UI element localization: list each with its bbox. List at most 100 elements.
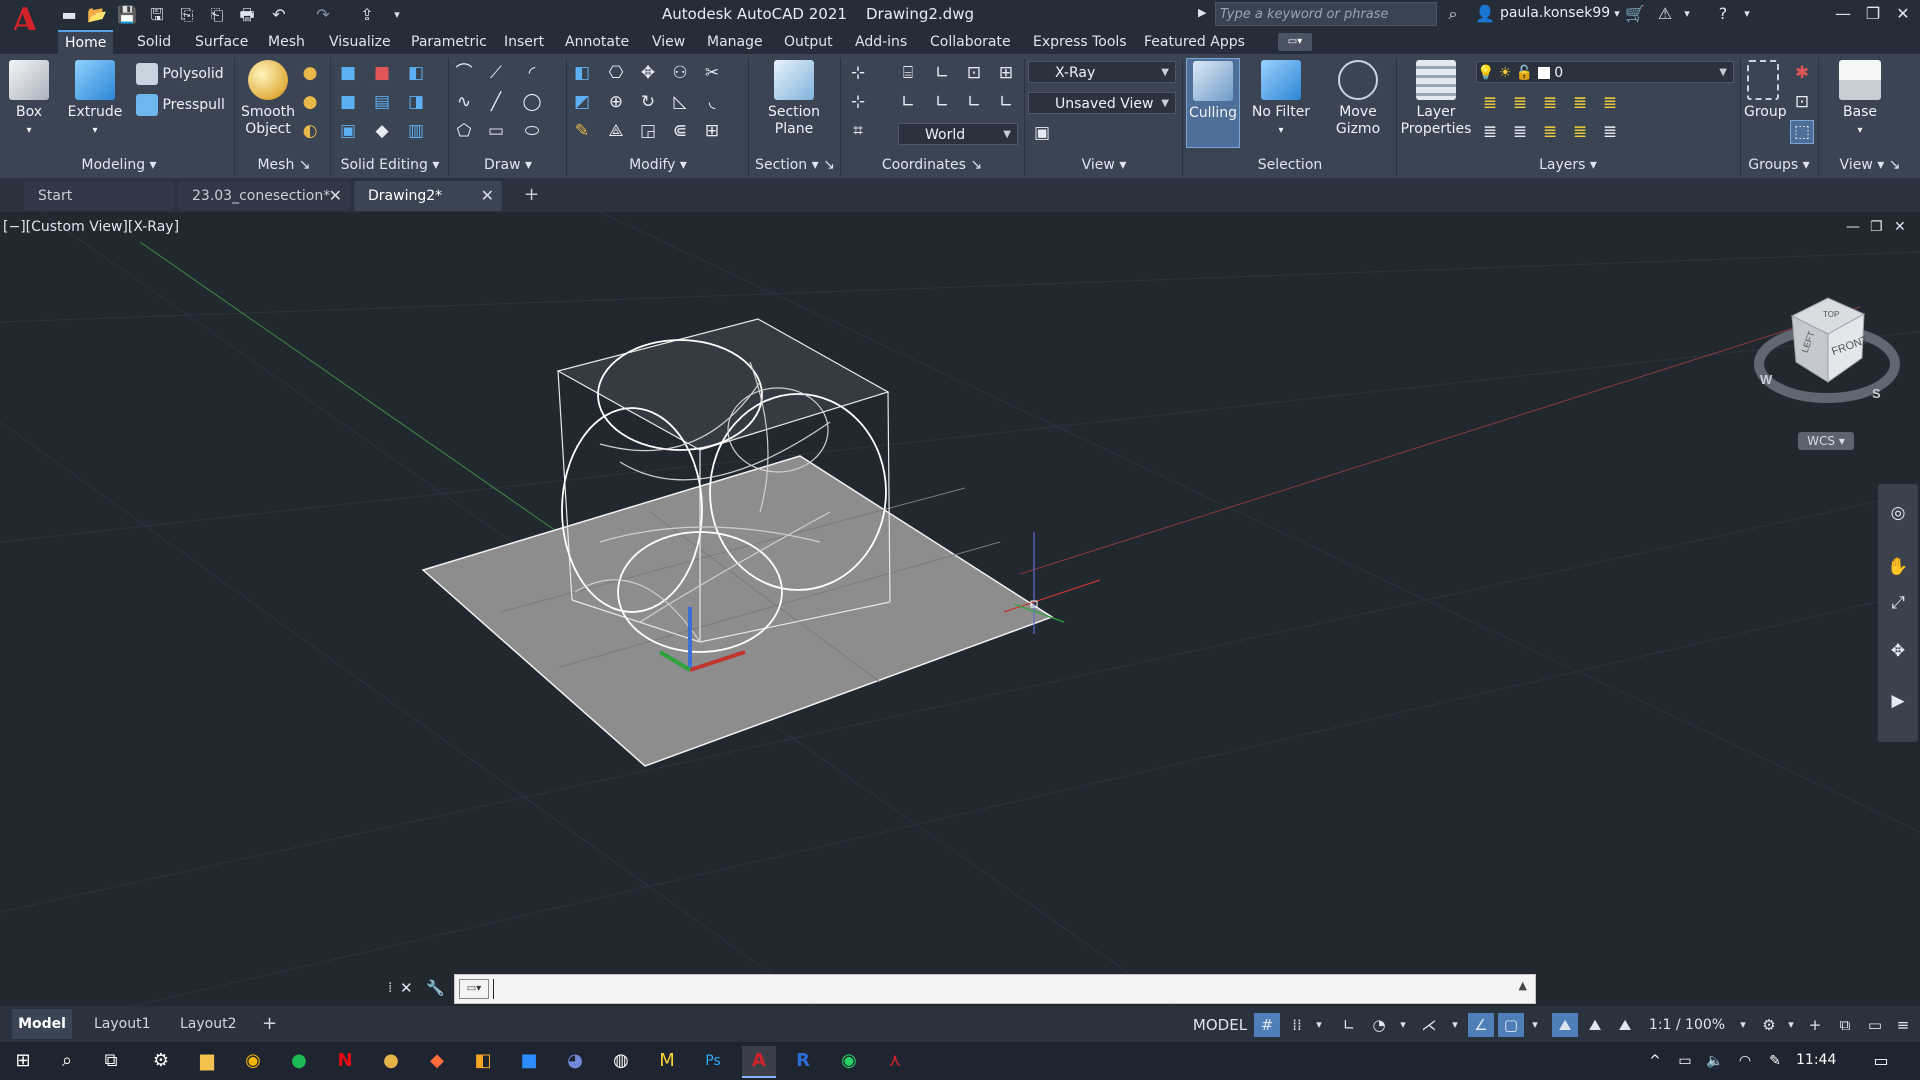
line-icon[interactable]: ╱: [484, 91, 508, 115]
annotation-visibility-icon[interactable]: ⛰: [1552, 1013, 1578, 1037]
help-icon[interactable]: ?: [1712, 3, 1734, 25]
user-icon[interactable]: 👤: [1474, 3, 1496, 25]
open-web-icon[interactable]: ⎘: [176, 4, 198, 26]
snap-icon[interactable]: ⁞⁞: [1284, 1013, 1310, 1037]
modify-panel-title[interactable]: Modify ▾: [568, 154, 748, 176]
base-view-button[interactable]: Base ▾: [1824, 60, 1896, 139]
user-name[interactable]: paula.konsek99: [1500, 5, 1610, 21]
tab-annotate[interactable]: Annotate: [558, 30, 636, 54]
ortho-icon[interactable]: ∟: [1336, 1013, 1362, 1037]
subtract-icon[interactable]: ■: [370, 62, 394, 86]
plot-icon[interactable]: 🖶: [236, 4, 258, 26]
close-tab-icon[interactable]: ✕: [481, 181, 494, 211]
cart-icon[interactable]: 🛒: [1624, 3, 1646, 25]
wifi-icon[interactable]: ◠: [1730, 1046, 1760, 1076]
command-line-close-icon[interactable]: ✕: [400, 979, 413, 997]
slice-icon[interactable]: ◧: [404, 62, 428, 86]
polar-icon[interactable]: ◔: [1366, 1013, 1392, 1037]
copy-icon[interactable]: ⚇: [668, 62, 692, 86]
whatsapp-icon[interactable]: ◉: [834, 1046, 864, 1076]
solid-editing-panel-title[interactable]: Solid Editing ▾: [332, 154, 448, 176]
modeling-panel-title[interactable]: Modeling ▾: [4, 154, 234, 176]
new-file-icon[interactable]: ▬: [58, 4, 80, 26]
erase-icon[interactable]: ✎: [570, 120, 594, 144]
snap-dropdown-icon[interactable]: ▾: [1310, 1013, 1328, 1037]
ucs-icon[interactable]: ⊹: [846, 62, 870, 86]
showmotion-icon[interactable]: ▶: [1886, 690, 1910, 714]
isodraft-dropdown-icon[interactable]: ▾: [1446, 1013, 1464, 1037]
group-selection-icon[interactable]: ⬚: [1790, 120, 1814, 144]
a360-icon[interactable]: ⚠: [1654, 3, 1676, 25]
box-button[interactable]: Box ▾: [4, 60, 54, 139]
group-edit-icon[interactable]: ⊡: [1790, 91, 1814, 115]
tab-view[interactable]: View: [645, 30, 692, 54]
presspull-button[interactable]: Presspull: [136, 94, 225, 116]
ucs-x-icon[interactable]: ∟: [896, 91, 920, 115]
open-file-icon[interactable]: 📂: [86, 4, 108, 26]
customize-quick-access-icon[interactable]: ▾: [386, 4, 408, 26]
polygon-icon[interactable]: ⬠: [452, 120, 476, 144]
mesh-smooth-less-icon[interactable]: ●: [298, 91, 322, 115]
tray-overflow-icon[interactable]: ^: [1640, 1046, 1670, 1076]
tab-mesh[interactable]: Mesh: [261, 30, 312, 54]
workspace-gear-icon[interactable]: ⚙: [1756, 1013, 1782, 1037]
spotify-icon[interactable]: ●: [284, 1046, 314, 1076]
app-icon-2[interactable]: ◆: [422, 1046, 452, 1076]
clean-screen-icon[interactable]: ▭: [1862, 1013, 1888, 1037]
notification-center-icon[interactable]: ▭: [1866, 1046, 1896, 1076]
tab-solid[interactable]: Solid: [130, 30, 178, 54]
fillet-edge-icon[interactable]: ◨: [404, 91, 428, 115]
command-line-grip-icon[interactable]: ⁞: [388, 980, 392, 996]
circle-icon[interactable]: ◯: [520, 91, 544, 115]
tab-conesection[interactable]: 23.03_conesection* ✕: [178, 181, 350, 211]
view-panel-title[interactable]: View ▾: [1026, 154, 1182, 176]
viewport-restore-icon[interactable]: ❐: [1870, 219, 1883, 235]
stretch-icon[interactable]: ◺: [668, 91, 692, 115]
add-layout-icon[interactable]: +: [262, 1009, 277, 1039]
clock-time[interactable]: 11:44: [1796, 1052, 1836, 1068]
union-icon[interactable]: ■: [336, 62, 360, 86]
app-icon-1[interactable]: ●: [376, 1046, 406, 1076]
netflix-icon[interactable]: N: [330, 1046, 360, 1076]
tab-insert[interactable]: Insert: [497, 30, 551, 54]
layer-isolate-icon[interactable]: ≣: [1508, 92, 1532, 116]
orbit-icon[interactable]: ✥: [1886, 640, 1910, 664]
ucs-icon-properties-icon[interactable]: ⊞: [994, 62, 1018, 86]
trim-icon[interactable]: ✂: [700, 62, 724, 86]
layer-properties-button[interactable]: Layer Properties: [1400, 60, 1472, 138]
task-view-icon[interactable]: ⧉: [96, 1046, 126, 1076]
make-current-icon[interactable]: ≣: [1598, 92, 1622, 116]
save-as-icon[interactable]: 🖫: [146, 4, 168, 26]
pan-icon[interactable]: ✋: [1886, 556, 1910, 580]
no-filter-button[interactable]: No Filter ▾: [1246, 60, 1316, 139]
ungroup-icon[interactable]: ✱: [1790, 62, 1814, 86]
tab-express-tools[interactable]: Express Tools: [1026, 30, 1134, 54]
volume-icon[interactable]: 🔈: [1700, 1046, 1730, 1076]
fillet-icon[interactable]: ◟: [700, 91, 724, 115]
ucs-origin-icon[interactable]: ∟: [930, 62, 954, 86]
redo-icon[interactable]: ↷: [312, 4, 334, 26]
undo-icon[interactable]: ↶: [268, 4, 290, 26]
command-line-input[interactable]: ▭▾ ▲: [454, 974, 1536, 1004]
layout-tab-layout1[interactable]: Layout1: [94, 1009, 151, 1039]
view-right-panel-title[interactable]: View ▾ ↘: [1820, 154, 1920, 176]
windows-start-icon[interactable]: ⊞: [8, 1046, 38, 1076]
object-snap-icon[interactable]: ▢: [1498, 1013, 1524, 1037]
rectangle-icon[interactable]: ▭: [484, 120, 508, 144]
command-history-icon[interactable]: ▲: [1519, 979, 1527, 992]
tab-output[interactable]: Output: [777, 30, 840, 54]
app-icon-4[interactable]: ◍: [606, 1046, 636, 1076]
mesh-panel-title[interactable]: Mesh ↘: [238, 154, 330, 176]
taskbar-search-icon[interactable]: ⌕: [52, 1046, 82, 1076]
match-layer-icon[interactable]: ≣: [1598, 121, 1622, 145]
intersect-icon[interactable]: ■: [336, 91, 360, 115]
group-button[interactable]: Group: [1744, 60, 1787, 121]
3d-rotate-icon[interactable]: ⊕: [604, 91, 628, 115]
ucs-y-icon[interactable]: ∟: [930, 91, 954, 115]
workspace-dropdown-icon[interactable]: ▾: [1782, 1013, 1800, 1037]
tab-parametric[interactable]: Parametric: [404, 30, 494, 54]
mesh-smooth-more-icon[interactable]: ●: [298, 62, 322, 86]
steering-wheel-icon[interactable]: ◎: [1886, 502, 1910, 526]
viewport-close-icon[interactable]: ✕: [1894, 219, 1906, 235]
search-icon[interactable]: ⌕: [1442, 3, 1464, 25]
